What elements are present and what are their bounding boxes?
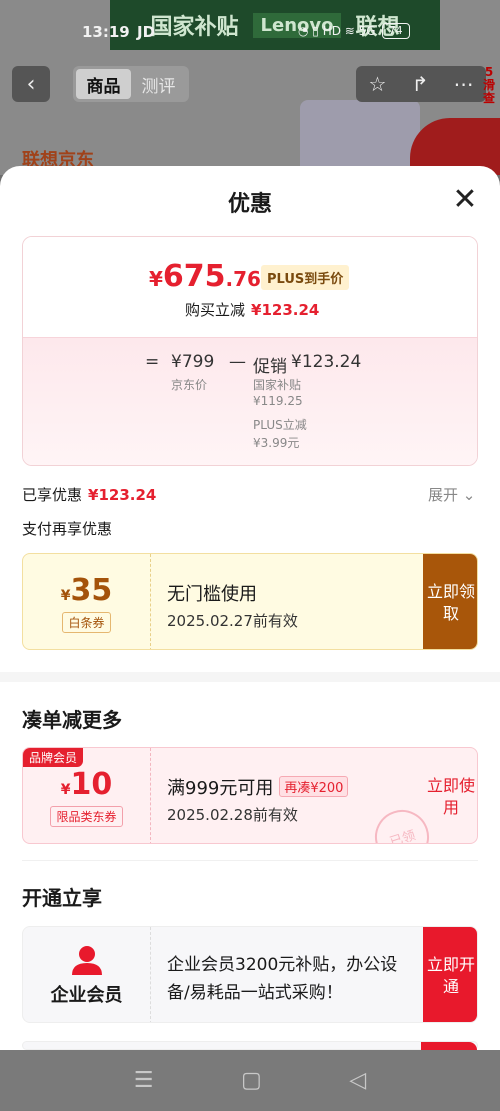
status-icons: ◔ ▯ HD ≋ 5G 74 <box>298 23 410 39</box>
enjoyed-discount: 已享优惠 ¥123.24 <box>22 484 156 505</box>
coupon-number: 10 <box>70 766 113 802</box>
pay-more-label: 支付再享优惠 <box>22 520 113 538</box>
plus-price-tag: PLUS到手价 <box>261 265 350 290</box>
nav-actions: ☆ ↱ ⋯ <box>356 66 486 102</box>
expand-label: 展开 <box>428 486 459 504</box>
status-carrier: JD <box>137 23 156 41</box>
home-icon[interactable]: ▢ <box>241 1068 262 1093</box>
promo-label: 促销 <box>253 357 287 377</box>
product-image <box>300 100 420 175</box>
sheet-title: 优惠 <box>227 192 272 217</box>
tab-review[interactable]: 测评 <box>131 69 186 99</box>
coupon-amount: ¥35 <box>61 573 113 608</box>
coupon-baitiao: ¥35 白条券 无门槛使用 2025.02.27前有效 立即领取 <box>22 553 478 650</box>
status-time: 13:19 <box>82 23 130 41</box>
more-icon[interactable]: ⋯ <box>453 72 473 96</box>
back-icon[interactable]: ◁ <box>349 1068 366 1093</box>
promo-value: ¥123.24 <box>291 352 362 372</box>
coupon-brand: 品牌会员 ¥10 限品类东券 满999元可用 再凑¥200 2025.02.28前… <box>22 747 478 844</box>
member-label: 企业会员 <box>50 984 123 1006</box>
menu-icon[interactable]: ☰ <box>134 1068 154 1093</box>
side-badge[interactable]: 5 滑查 <box>478 66 500 106</box>
price-breakdown: = ¥799 京东价 — 促销 ¥123.24 国家补贴 ¥119.25 PLU… <box>23 337 477 465</box>
member-badge: 企业会员 <box>23 927 151 1022</box>
favorite-star-icon[interactable]: ☆ <box>369 72 387 96</box>
coupon-amount: ¥10 <box>61 767 113 802</box>
breakdown-item-name: 国家补贴 <box>253 378 302 392</box>
price-summary: ¥675.76 PLUS到手价 购买立减 ¥123.24 <box>23 237 477 337</box>
coupon-condition: 满999元可用 <box>167 778 274 799</box>
coupon-value: ¥10 限品类东券 <box>23 748 151 843</box>
close-icon[interactable]: ✕ <box>450 185 480 216</box>
coupon-value: ¥35 白条券 <box>23 554 151 649</box>
reduce-value: ¥123.24 <box>251 301 320 319</box>
battery-icon: 74 <box>381 23 410 39</box>
reduce-line: 购买立减 ¥123.24 <box>185 299 319 320</box>
final-price: ¥675.76 <box>149 259 261 294</box>
chevron-down-icon: ⌄ <box>462 486 476 504</box>
coupon-title: 无门槛使用 <box>167 584 257 605</box>
price-decimal: .76 <box>225 267 261 291</box>
price-currency: ¥ <box>149 267 163 291</box>
section-divider <box>0 672 500 682</box>
coupon-number: 35 <box>70 572 113 608</box>
coupon-info: 无门槛使用 2025.02.27前有效 <box>151 554 423 649</box>
coupon-type-tag: 白条券 <box>62 611 111 633</box>
member-description: 企业会员3200元补贴，办公设备/易耗品一站式采购！ <box>167 955 398 1003</box>
reorder-tag: 再凑¥200 <box>279 776 349 797</box>
coupon-date: 2025.02.27前有效 <box>167 612 298 630</box>
side-badge-text: 滑查 <box>482 78 495 105</box>
divider-line <box>22 860 478 861</box>
enterprise-member-card: 企业会员 企业会员3200元补贴，办公设备/易耗品一站式采购！ 立即开通 <box>22 926 478 1023</box>
chevron-left-icon: ‹ <box>26 71 36 97</box>
price-card: ¥675.76 PLUS到手价 购买立减 ¥123.24 = ¥799 京东价 —… <box>22 236 478 466</box>
coupon-currency: ¥ <box>60 587 71 604</box>
tab-product[interactable]: 商品 <box>76 69 131 99</box>
use-coupon-button[interactable]: 立即使用 <box>423 748 477 843</box>
back-button[interactable]: ‹ <box>12 66 50 102</box>
breakdown-item-name: PLUS立减 <box>253 418 307 432</box>
next-card-partial <box>22 1041 478 1051</box>
expand-toggle[interactable]: 展开 ⌄ <box>428 484 475 505</box>
share-icon[interactable]: ↱ <box>412 72 429 96</box>
coupon-currency: ¥ <box>60 781 71 798</box>
price-integer: 675 <box>162 259 226 294</box>
base-price: ¥799 <box>171 352 215 372</box>
equals-sign: = <box>145 352 160 372</box>
system-navbar: ☰ ▢ ◁ <box>0 1050 500 1111</box>
top-tabs: 商品 测评 <box>73 66 189 102</box>
breakdown-item-value: ¥3.99元 <box>253 436 300 450</box>
reduce-label: 购买立减 <box>185 301 246 319</box>
base-price-label: 京东价 <box>171 378 208 392</box>
status-indicators: ◔ ▯ HD ≋ 5G <box>298 24 376 38</box>
discount-sheet: 优惠 ✕ ¥675.76 PLUS到手价 购买立减 ¥123.24 = ¥799 … <box>0 166 500 1050</box>
claim-coupon-button[interactable]: 立即领取 <box>423 554 477 649</box>
user-icon <box>71 945 102 975</box>
status-bar: 13:19 JD ◔ ▯ HD ≋ 5G 74 <box>0 18 500 48</box>
section-title-membership: 开通立享 <box>22 886 102 910</box>
open-membership-button[interactable]: 立即开通 <box>423 927 477 1022</box>
minus-sign: — <box>229 352 246 372</box>
breakdown-item-value: ¥119.25 <box>253 394 303 408</box>
coupon-type-tag: 限品类东券 <box>50 805 123 827</box>
section-title-more: 凑单减更多 <box>22 708 122 732</box>
enjoyed-value: ¥123.24 <box>88 486 157 504</box>
enjoyed-label: 已享优惠 <box>22 486 83 504</box>
coupon-title: 满999元可用 再凑¥200 <box>167 774 423 800</box>
